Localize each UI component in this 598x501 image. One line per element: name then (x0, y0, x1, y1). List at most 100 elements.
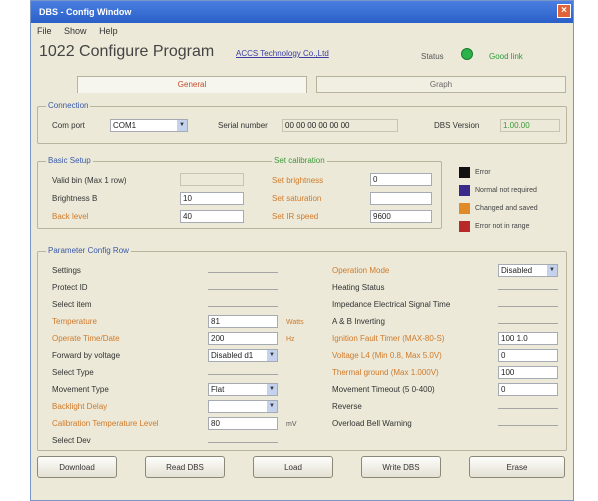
com-port-select[interactable]: COM1 ▼ (110, 119, 188, 132)
param-left-label: Movement Type (52, 385, 109, 394)
forward-voltage-select[interactable]: Disabled d1 ▼ (208, 349, 278, 362)
title-bar: DBS - Config Window × (31, 1, 573, 23)
menu-help[interactable]: Help (99, 26, 118, 36)
window-title: DBS - Config Window (39, 7, 132, 17)
param-right-label: A & B Inverting (332, 317, 385, 326)
ignition-fault-field[interactable]: 100 1.0 (498, 332, 558, 345)
tab-graph[interactable]: Graph (316, 76, 566, 93)
tab-general[interactable]: General (77, 76, 307, 93)
basic-label-1: Valid bin (Max 1 row) (52, 176, 127, 185)
param-left-label: Select Dev (52, 436, 91, 445)
company-link[interactable]: ACCS Technology Co.,Ltd (236, 49, 329, 58)
parameter-title: Parameter Config Row (46, 246, 131, 255)
backlight-delay-select[interactable]: ▼ (208, 400, 278, 413)
calib-label-2: Set saturation (272, 194, 322, 203)
close-icon[interactable]: × (557, 4, 571, 18)
param-divider (498, 425, 558, 426)
set-ir-speed-field[interactable]: 9600 (370, 210, 432, 223)
status-indicator-icon (461, 48, 473, 60)
forward-voltage-value: Disabled d1 (211, 351, 254, 360)
legend-swatch-changed (459, 203, 470, 214)
legend-swatch-error (459, 167, 470, 178)
time-unit: Hz (286, 336, 295, 343)
movement-type-select[interactable]: Flat ▼ (208, 383, 278, 396)
param-right-label: Voltage L4 (Min 0.8, Max 5.0V) (332, 351, 442, 360)
param-left-label: Forward by voltage (52, 351, 121, 360)
param-divider (208, 374, 278, 375)
param-divider (498, 408, 558, 409)
param-right-label: Ignition Fault Timer (MAX-80-S) (332, 334, 445, 343)
param-divider (208, 306, 278, 307)
param-divider (208, 442, 278, 443)
legend-swatch-range (459, 221, 470, 232)
param-right-label: Thermal ground (Max 1.000V) (332, 368, 439, 377)
voltage-field[interactable]: 0 (498, 349, 558, 362)
status-label: Status (421, 52, 444, 61)
param-left-label: Backlight Delay (52, 402, 108, 411)
calibration-unit: mV (286, 421, 297, 428)
operation-mode-select[interactable]: Disabled ▼ (498, 264, 558, 277)
operate-time-field[interactable]: 200 (208, 332, 278, 345)
menu-bar: File Show Help (31, 23, 573, 39)
brightness-field[interactable]: 10 (180, 192, 244, 205)
param-right-label: Impedance Electrical Signal Time (332, 300, 451, 309)
valid-bin-field (180, 173, 244, 186)
set-brightness-field[interactable]: 0 (370, 173, 432, 186)
firmware-field: 1.00.00 (500, 119, 560, 132)
chevron-down-icon[interactable]: ▼ (177, 120, 187, 131)
chevron-down-icon[interactable]: ▼ (267, 384, 277, 395)
erase-button[interactable]: Erase (469, 456, 565, 478)
load-button[interactable]: Load (253, 456, 333, 478)
status-text: Good link (489, 52, 523, 61)
param-left-label: Select Type (52, 368, 94, 377)
download-button[interactable]: Download (37, 456, 117, 478)
write-dbs-button[interactable]: Write DBS (361, 456, 441, 478)
legend-label-normal: Normal not required (475, 187, 537, 194)
legend-label-error: Error (475, 169, 491, 176)
temperature-field[interactable]: 81 (208, 315, 278, 328)
param-right-label: Overload Bell Warning (332, 419, 412, 428)
param-left-label: Calibration Temperature Level (52, 419, 159, 428)
read-dbs-button[interactable]: Read DBS (145, 456, 225, 478)
basic-label-2: Brightness B (52, 194, 98, 203)
param-right-label: Heating Status (332, 283, 385, 292)
connection-group: Connection Com port COM1 ▼ Serial number… (37, 101, 567, 144)
param-divider (498, 289, 558, 290)
menu-show[interactable]: Show (64, 26, 87, 36)
param-left-label: Protect ID (52, 283, 88, 292)
firmware-label: DBS Version (434, 121, 480, 130)
legend-label-range: Error not in range (475, 223, 530, 230)
config-window: DBS - Config Window × File Show Help 102… (30, 0, 574, 501)
basic-setup-group: Basic Setup Valid bin (Max 1 row) Bright… (37, 156, 442, 229)
legend-label-changed: Changed and saved (475, 205, 538, 212)
chevron-down-icon[interactable]: ▼ (547, 265, 557, 276)
serial-label: Serial number (218, 121, 268, 130)
chevron-down-icon[interactable]: ▼ (267, 401, 277, 412)
menu-file[interactable]: File (37, 26, 52, 36)
basic-setup-title: Basic Setup (46, 156, 93, 165)
parameter-group: Parameter Config Row Settings Protect ID… (37, 246, 567, 451)
back-level-field[interactable]: 40 (180, 210, 244, 223)
param-divider (208, 272, 278, 273)
set-saturation-field[interactable] (370, 192, 432, 205)
thermal-ground-field[interactable]: 100 (498, 366, 558, 379)
param-right-label: Movement Timeout (5 0-400) (332, 385, 435, 394)
calibration-level-field[interactable]: 80 (208, 417, 278, 430)
param-left-label: Temperature (52, 317, 97, 326)
app-title: 1022 Configure Program (39, 43, 215, 60)
temperature-unit: Watts (286, 319, 304, 326)
chevron-down-icon[interactable]: ▼ (267, 350, 277, 361)
basic-label-3: Back level (52, 212, 89, 221)
movement-type-value: Flat (211, 385, 225, 394)
param-divider (208, 289, 278, 290)
param-right-label: Operation Mode (332, 266, 390, 275)
com-port-value: COM1 (113, 121, 137, 130)
param-left-label: Select item (52, 300, 92, 309)
param-divider (498, 306, 558, 307)
calib-label-3: Set IR speed (272, 212, 319, 221)
movement-timeout-field[interactable]: 0 (498, 383, 558, 396)
connection-title: Connection (46, 101, 91, 110)
param-left-label: Settings (52, 266, 81, 275)
legend-swatch-normal (459, 185, 470, 196)
param-divider (498, 323, 558, 324)
